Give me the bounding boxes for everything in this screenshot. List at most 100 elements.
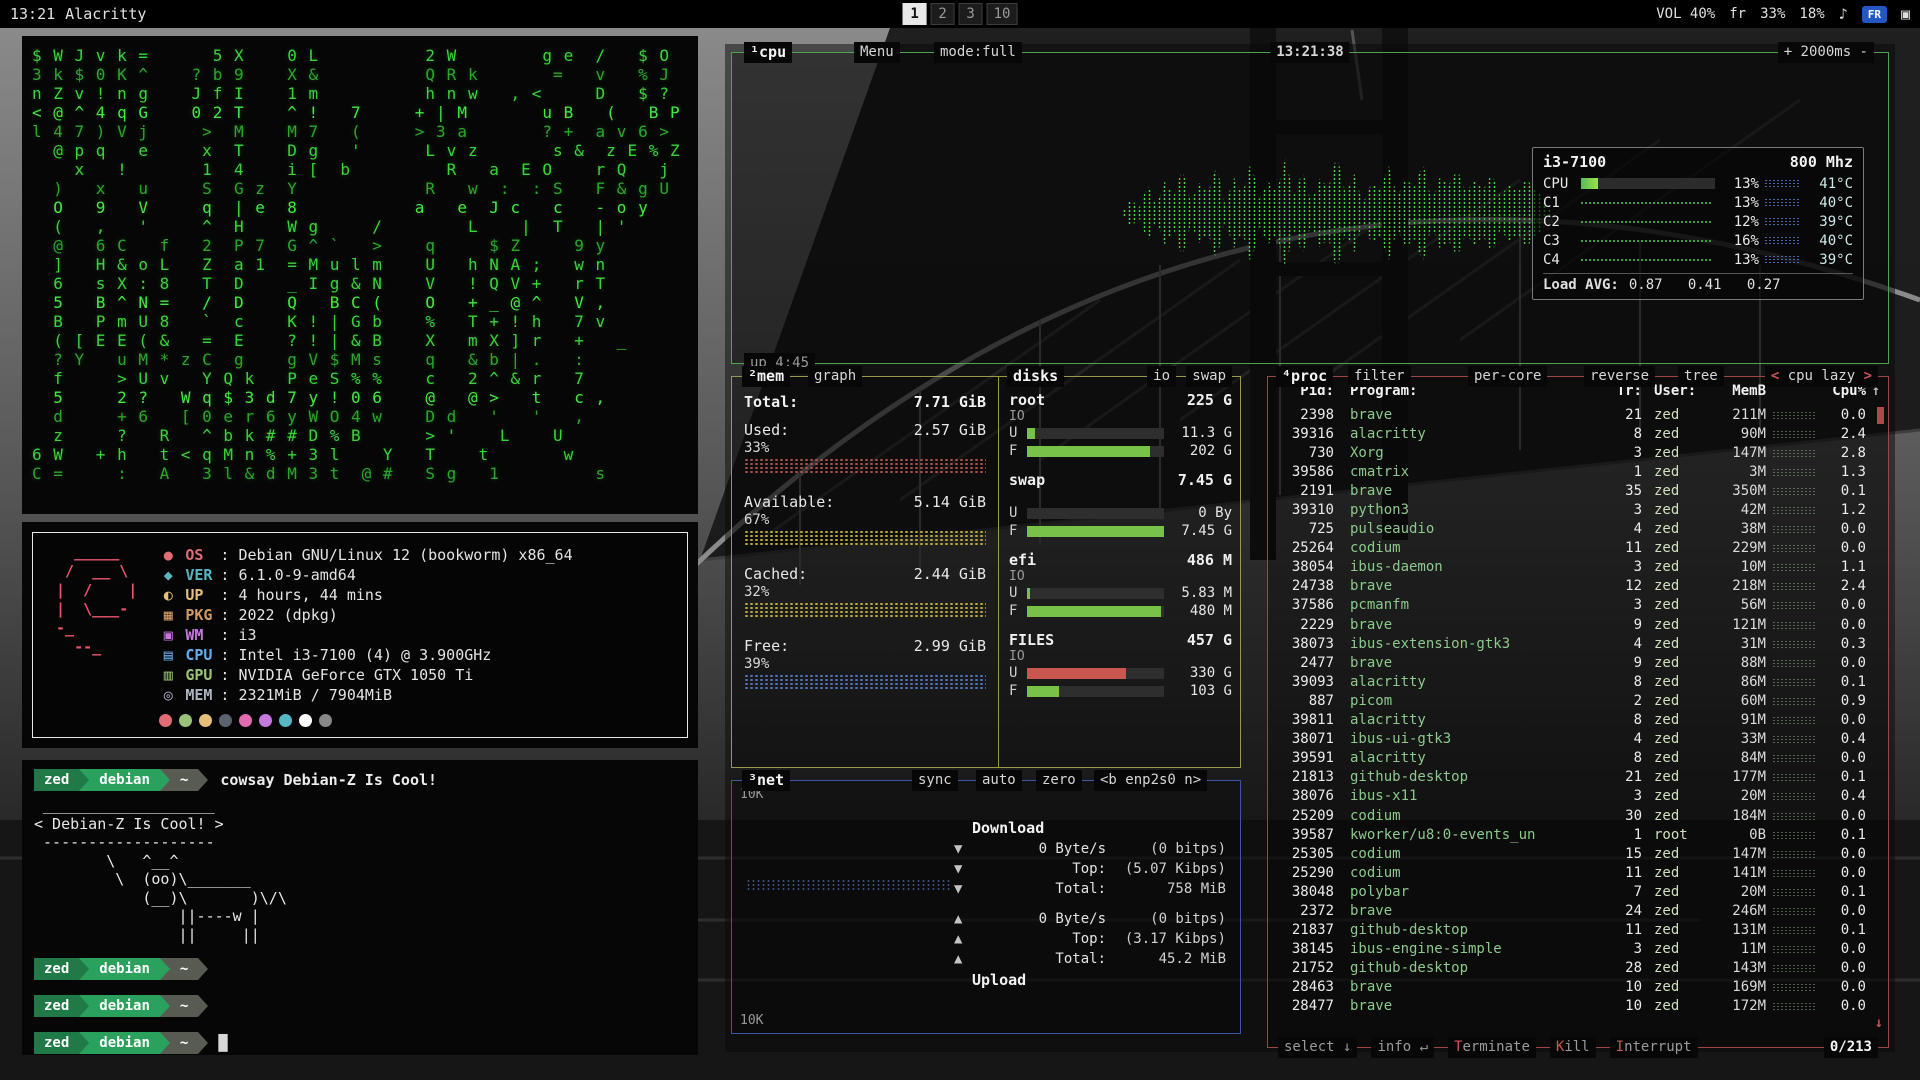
terminal-neofetch[interactable]: _____ / __ \ | / | | \___- -_ --_ ● OS :… — [22, 522, 698, 748]
process-cpu-graph — [1772, 621, 1816, 629]
process-row[interactable]: 25209 codium 30 zed 184M 0.0 — [1276, 806, 1880, 825]
process-row[interactable]: 21837 github-desktop 11 zed 131M 0.1 — [1276, 921, 1880, 940]
process-row[interactable]: 39316 alacritty 8 zed 90M 2.4 — [1276, 424, 1880, 443]
process-row[interactable]: 24738 brave 12 zed 218M 2.4 — [1276, 577, 1880, 596]
process-row[interactable]: 28477 brave 10 zed 172M 0.0 — [1276, 997, 1880, 1016]
upload-arrow-icon: ▲ — [954, 931, 972, 947]
cowsay-line: ||----w | — [34, 907, 686, 926]
mem-graph-button[interactable]: graph — [808, 366, 862, 387]
workspace-button[interactable]: 10 — [987, 3, 1018, 25]
shell-prompt[interactable]: zed debian ~ — [34, 957, 686, 981]
process-threads: 12 — [1608, 578, 1642, 594]
core-percent: 12% — [1715, 214, 1759, 230]
process-row[interactable]: 730 Xorg 3 zed 147M 2.8 — [1276, 443, 1880, 462]
process-row[interactable]: 38048 polybar 7 zed 20M 0.1 — [1276, 882, 1880, 901]
process-row[interactable]: 38145 ibus-engine-simple 3 zed 11M 0.0 — [1276, 940, 1880, 959]
cowsay-output: ___________________< Debian-Z Is Cool! >… — [34, 796, 686, 944]
process-row[interactable]: 21752 github-desktop 28 zed 143M 0.0 — [1276, 959, 1880, 978]
workspace-button[interactable]: 3 — [959, 3, 983, 25]
process-row[interactable]: 37586 pcmanfm 3 zed 56M 0.0 — [1276, 596, 1880, 615]
process-row[interactable]: 39811 alacritty 8 zed 91M 0.0 — [1276, 711, 1880, 730]
disks-io-button[interactable]: io — [1147, 366, 1176, 387]
process-row[interactable]: 25290 codium 11 zed 141M 0.0 — [1276, 863, 1880, 882]
process-threads: 8 — [1608, 426, 1642, 442]
net-interface-selector[interactable]: <b enp2s0 n> — [1094, 770, 1207, 791]
disk-used-value: 5.83 M — [1170, 585, 1232, 601]
shell-prompt[interactable]: zed debian ~ █ — [34, 1031, 686, 1055]
sort-next-icon[interactable]: > — [1864, 368, 1872, 384]
proc-reverse-button[interactable]: reverse — [1584, 366, 1655, 387]
process-user: root — [1642, 827, 1706, 843]
disk-used-row: U 330 G — [1009, 664, 1232, 682]
process-row[interactable]: 39586 cmatrix 1 zed 3M 1.3 — [1276, 462, 1880, 481]
mode-button[interactable]: mode:full — [934, 42, 1022, 63]
workspace-button[interactable]: 1 — [903, 3, 927, 25]
proc-tree-button[interactable]: tree — [1678, 366, 1724, 387]
powerline-arrow — [79, 958, 89, 980]
process-row[interactable]: 38071 ibus-ui-gtk3 4 zed 33M 0.4 — [1276, 730, 1880, 749]
proc-sort-selector[interactable]: < cpu lazy > — [1765, 366, 1878, 387]
system-info-row: ▤ CPU : Intel i3-7100 (4) @ 3.900GHz — [159, 645, 673, 665]
process-user: zed — [1642, 731, 1706, 747]
terminal-cowsay[interactable]: zed debian ~ cowsay Debian-Z Is Cool! __… — [22, 760, 698, 1055]
process-row[interactable]: 39093 alacritty 8 zed 86M 0.1 — [1276, 672, 1880, 691]
terminal-cmatrix[interactable]: $ W J v k = 5 X 0 L 2 W g e / $ O3 k $ 0… — [22, 36, 698, 514]
disk-used-value: 330 G — [1170, 665, 1232, 681]
process-row[interactable]: 38054 ibus-daemon 3 zed 10M 1.1 — [1276, 558, 1880, 577]
process-pid: 38076 — [1276, 788, 1334, 804]
process-row[interactable]: 28463 brave 10 zed 169M 0.0 — [1276, 978, 1880, 997]
disks-swap-button[interactable]: swap — [1186, 366, 1232, 387]
scroll-down-icon[interactable]: ↓ — [1875, 1015, 1883, 1031]
proc-percore-button[interactable]: per-core — [1468, 366, 1547, 387]
process-row[interactable]: 39591 alacritty 8 zed 84M 0.0 — [1276, 749, 1880, 768]
process-row[interactable]: 21813 github-desktop 21 zed 177M 0.1 — [1276, 768, 1880, 787]
process-row[interactable]: 39310 python3 3 zed 42M 1.2 — [1276, 500, 1880, 519]
process-row[interactable]: 725 pulseaudio 4 zed 38M 0.0 — [1276, 520, 1880, 539]
keyboard-layout-badge[interactable]: FR — [1862, 6, 1887, 23]
disk-free-meter — [1027, 446, 1164, 457]
process-row[interactable]: 39587 kworker/u8:0-events_un 1 root 0B 0… — [1276, 825, 1880, 844]
process-row[interactable]: 38076 ibus-x11 3 zed 20M 0.4 — [1276, 787, 1880, 806]
matrix-line: 5 2 ? W q $ 3 d 7 y ! 0 6 @ @ > t c , — [32, 388, 688, 407]
process-action-button[interactable]: Kill — [1550, 1037, 1596, 1058]
sort-prev-icon[interactable]: < — [1771, 368, 1779, 384]
upload-header: Upload — [954, 971, 1226, 989]
process-row[interactable]: 25264 codium 11 zed 229M 0.0 — [1276, 539, 1880, 558]
proc-filter-button[interactable]: filter — [1348, 366, 1411, 387]
process-threads: 21 — [1608, 407, 1642, 423]
workspace-button[interactable]: 2 — [931, 3, 955, 25]
process-row[interactable]: 2477 brave 9 zed 88M 0.0 — [1276, 653, 1880, 672]
prompt-host-segment: debian — [89, 995, 160, 1017]
process-action-button[interactable]: Terminate — [1448, 1037, 1536, 1058]
process-row[interactable]: 887 picom 2 zed 60M 0.9 — [1276, 691, 1880, 710]
refresh-interval-control[interactable]: + 2000ms - — [1778, 42, 1874, 63]
process-threads: 11 — [1608, 922, 1642, 938]
process-row[interactable]: 38073 ibus-extension-gtk3 4 zed 31M 0.3 — [1276, 634, 1880, 653]
clock-display: 13:21:38 — [1270, 42, 1349, 63]
net-zero-button[interactable]: zero — [1036, 770, 1082, 791]
core-temp: 40°C — [1805, 233, 1853, 249]
shell-prompt[interactable]: zed debian ~ — [34, 994, 686, 1018]
process-row[interactable]: 2398 brave 21 zed 211M 0.0 — [1276, 405, 1880, 424]
process-row[interactable]: 2191 brave 35 zed 350M 0.1 — [1276, 481, 1880, 500]
process-row[interactable]: 2229 brave 9 zed 121M 0.0 — [1276, 615, 1880, 634]
process-row[interactable]: 25305 codium 15 zed 147M 0.0 — [1276, 844, 1880, 863]
net-sync-button[interactable]: sync — [912, 770, 958, 791]
process-threads: 9 — [1608, 617, 1642, 633]
info-hint[interactable]: info ↵ — [1371, 1037, 1434, 1058]
process-action-button[interactable]: Interrupt — [1610, 1037, 1698, 1058]
disk-used-label: U — [1009, 425, 1021, 441]
process-user: zed — [1642, 559, 1706, 575]
disk-entry: root 225 G IO U 11.3 G F — [1009, 391, 1232, 460]
mem-box-title: ²mem — [742, 366, 790, 387]
menu-button[interactable]: Menu — [854, 42, 900, 63]
volume-icon[interactable]: ♪ — [1839, 5, 1848, 23]
matrix-line: O 9 V q | e 8 a e J c c - o y — [32, 198, 688, 217]
net-auto-button[interactable]: auto — [976, 770, 1022, 791]
btop-monitor-window[interactable]: ¹cpu Menu mode:full 13:21:38 + 2000ms - … — [725, 44, 1895, 1052]
select-hint[interactable]: select ↓ — [1278, 1037, 1357, 1058]
tray-icon[interactable]: ▣ — [1901, 5, 1910, 23]
process-pid: 38145 — [1276, 941, 1334, 957]
process-row[interactable]: 2372 brave 24 zed 246M 0.0 — [1276, 901, 1880, 920]
scrollbar-thumb[interactable] — [1877, 407, 1884, 424]
